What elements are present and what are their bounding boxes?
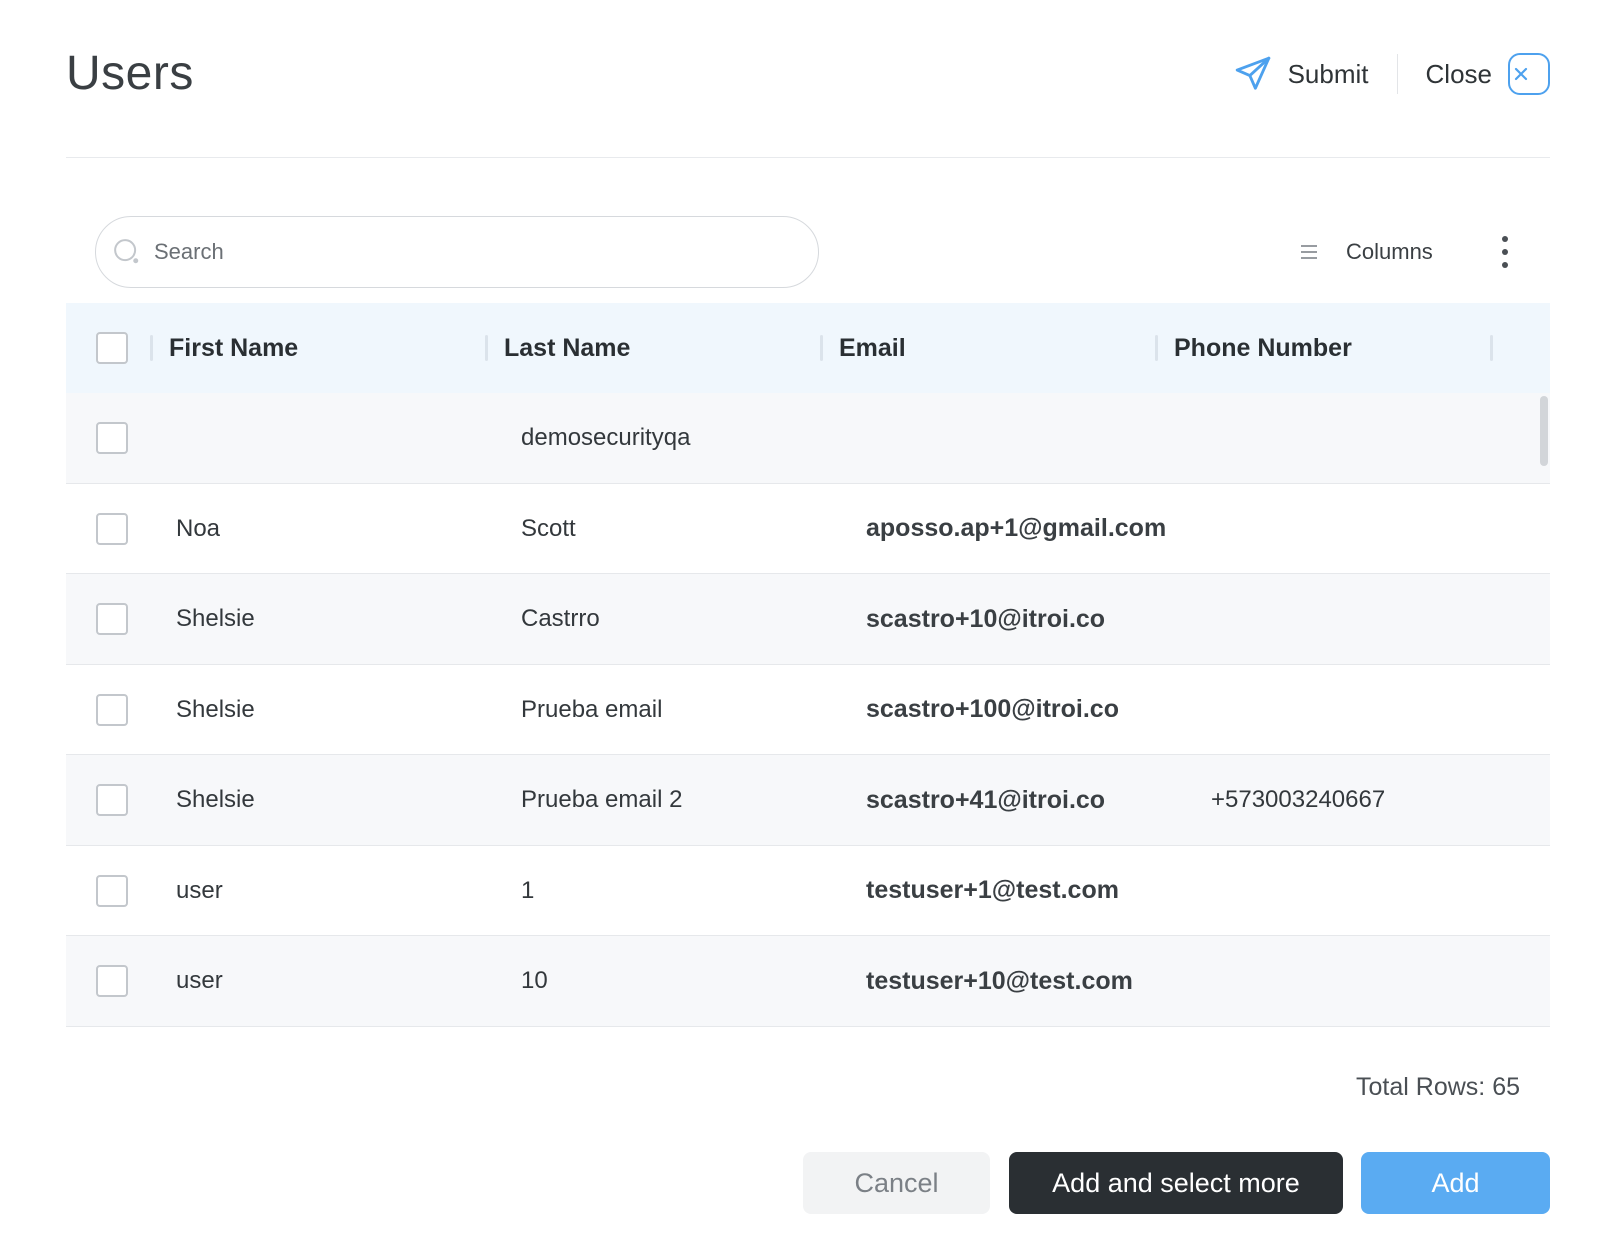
add-button[interactable]: Add bbox=[1361, 1152, 1550, 1214]
close-label: Close bbox=[1425, 58, 1492, 89]
row-checkbox[interactable] bbox=[96, 693, 128, 726]
row-checkbox[interactable] bbox=[96, 784, 128, 816]
close-button[interactable]: Close bbox=[1426, 53, 1550, 95]
cell-email: aposso.ap+1@gmail.com bbox=[866, 514, 1167, 542]
cell-last-name: Prueba email bbox=[521, 695, 663, 723]
row-checkbox[interactable] bbox=[96, 422, 128, 454]
cell-first-name: user bbox=[176, 876, 223, 904]
close-icon bbox=[1508, 53, 1550, 95]
table-row[interactable]: Shelsie Castrro scastro+10@itroi.co bbox=[66, 574, 1550, 665]
row-checkbox[interactable] bbox=[96, 874, 128, 907]
header-actions: Submit Close bbox=[1234, 48, 1550, 100]
search-icon bbox=[114, 239, 139, 264]
row-checkbox[interactable] bbox=[96, 603, 128, 635]
table-body: demosecurityqa Noa Scott aposso.ap+1@gma… bbox=[66, 393, 1550, 1041]
cell-last-name: Scott bbox=[521, 514, 576, 542]
table-header-row: First Name Last Name Email Phone Number bbox=[66, 303, 1550, 393]
column-header-resize-handle[interactable] bbox=[1490, 303, 1509, 393]
select-all-checkbox[interactable] bbox=[96, 332, 128, 364]
table-footer: Total Rows: 65 bbox=[66, 1045, 1550, 1135]
cell-last-name: Prueba email 2 bbox=[521, 786, 683, 813]
row-checkbox[interactable] bbox=[96, 965, 128, 997]
cell-email: scastro+10@itroi.co bbox=[866, 604, 1106, 633]
column-header-last-name[interactable]: Last Name bbox=[485, 303, 630, 393]
cell-email: testuser+1@test.com bbox=[866, 876, 1119, 904]
cancel-button[interactable]: Cancel bbox=[803, 1152, 990, 1214]
send-icon bbox=[1235, 56, 1270, 90]
cell-email: scastro+100@itroi.co bbox=[866, 695, 1119, 723]
table-row[interactable]: Shelsie Prueba email 2 scastro+41@itroi.… bbox=[66, 755, 1550, 846]
page-title: Users bbox=[66, 47, 194, 100]
cell-last-name: 1 bbox=[521, 876, 535, 904]
cell-first-name: user bbox=[176, 967, 223, 994]
search-box[interactable] bbox=[95, 216, 819, 288]
column-header-first-name[interactable]: First Name bbox=[150, 303, 298, 393]
search-input[interactable] bbox=[154, 239, 794, 265]
table-row[interactable]: user 1 testuser+1@test.com bbox=[66, 846, 1550, 936]
row-checkbox[interactable] bbox=[96, 512, 128, 545]
header-separator bbox=[1396, 54, 1398, 94]
column-header-phone-number[interactable]: Phone Number bbox=[1155, 303, 1352, 393]
table-row[interactable]: demosecurityqa bbox=[66, 393, 1550, 484]
dialog-header: Users Submit Close bbox=[66, 40, 1550, 110]
cell-first-name: Shelsie bbox=[176, 605, 255, 632]
columns-button[interactable]: Columns bbox=[1300, 226, 1433, 278]
table-row[interactable]: Noa Scott aposso.ap+1@gmail.com bbox=[66, 484, 1550, 574]
columns-icon bbox=[1301, 245, 1317, 259]
cell-email: scastro+41@itroi.co bbox=[866, 785, 1106, 814]
cell-last-name: demosecurityqa bbox=[521, 424, 691, 451]
columns-label: Columns bbox=[1346, 239, 1433, 264]
total-rows: Total Rows: 65 bbox=[1356, 1073, 1520, 1101]
cell-last-name: 10 bbox=[521, 967, 548, 994]
cell-first-name: Shelsie bbox=[176, 786, 255, 813]
table-scrollbar[interactable] bbox=[1540, 396, 1548, 466]
more-vertical-icon[interactable] bbox=[1490, 226, 1520, 278]
add-and-select-more-button[interactable]: Add and select more bbox=[1009, 1152, 1343, 1214]
column-header-email[interactable]: Email bbox=[820, 303, 906, 393]
cell-email: testuser+10@test.com bbox=[866, 966, 1133, 995]
cell-first-name: Shelsie bbox=[176, 695, 255, 723]
table-row[interactable]: Shelsie Prueba email scastro+100@itroi.c… bbox=[66, 665, 1550, 755]
cell-phone: +573003240667 bbox=[1211, 786, 1386, 813]
cell-last-name: Castrro bbox=[521, 605, 600, 632]
header-divider bbox=[66, 157, 1550, 158]
cell-first-name: Noa bbox=[176, 514, 221, 542]
users-table: First Name Last Name Email Phone Number … bbox=[66, 303, 1550, 1041]
table-row[interactable]: user 10 testuser+10@test.com bbox=[66, 936, 1550, 1027]
submit-button[interactable]: Submit bbox=[1234, 55, 1369, 93]
submit-label: Submit bbox=[1287, 58, 1369, 89]
